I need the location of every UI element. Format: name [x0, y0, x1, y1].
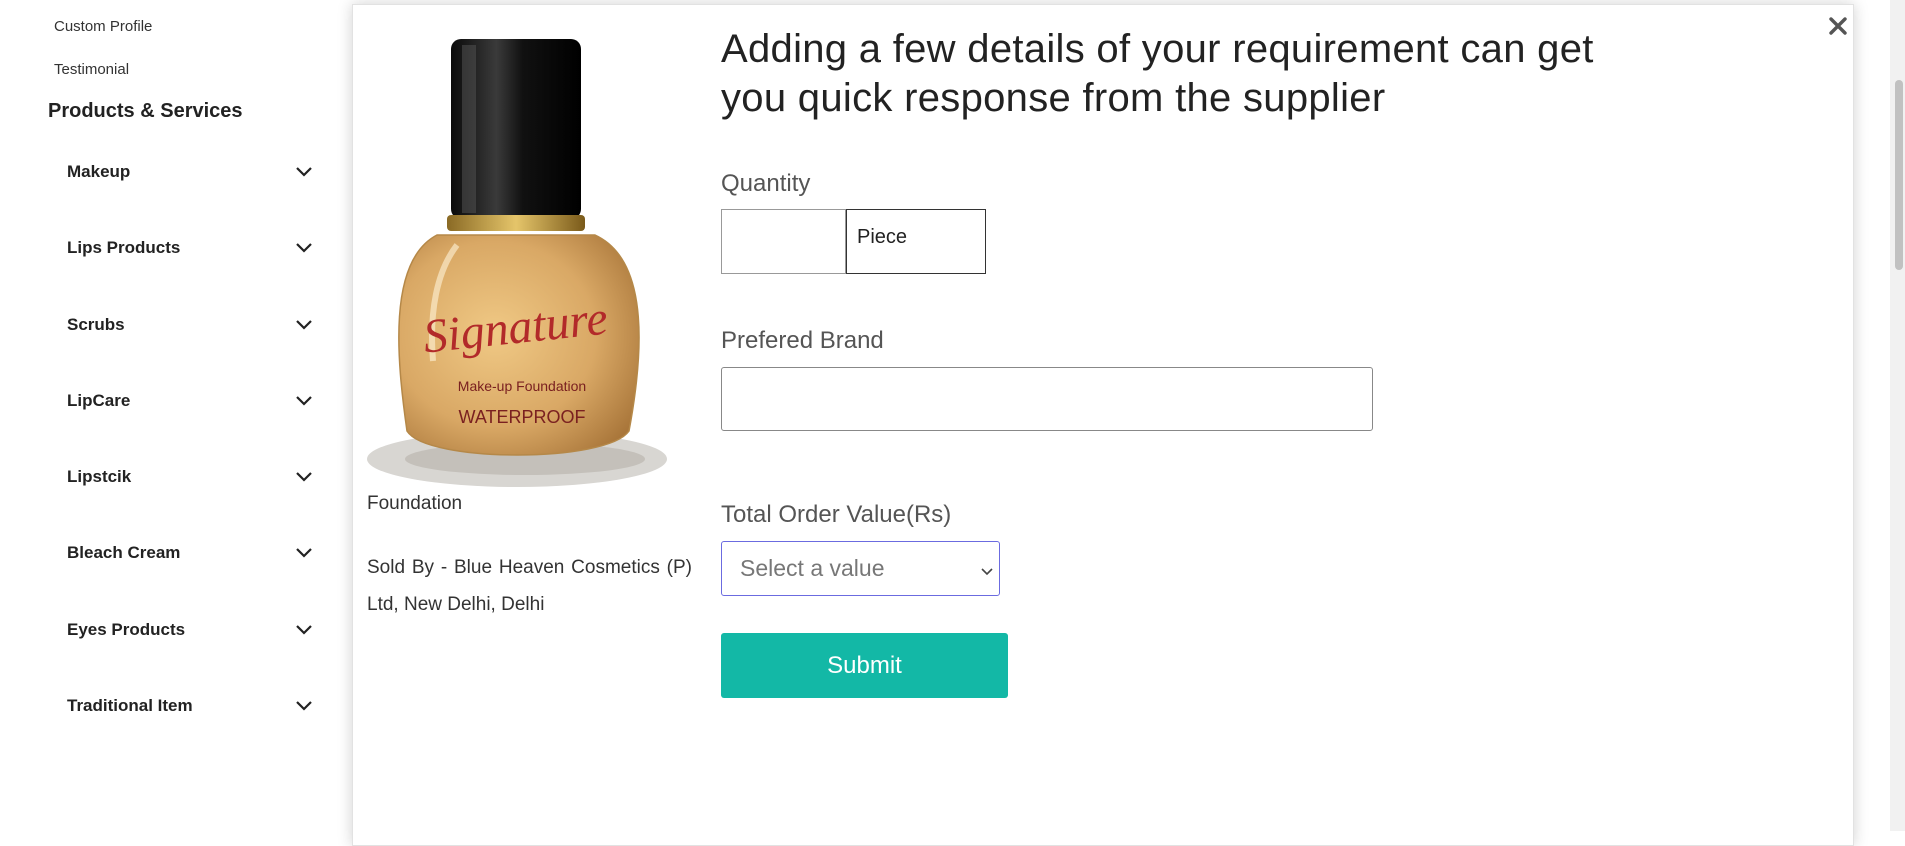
sidebar-item-label: Scrubs: [67, 315, 125, 334]
sidebar-item-makeup[interactable]: Makeup: [67, 157, 315, 187]
chevron-down-icon[interactable]: [293, 314, 315, 336]
product-image: Signature Make-up Foundation WATERPROOF: [367, 31, 667, 487]
brand-input[interactable]: [721, 367, 1373, 431]
sidebar: Custom Profile Testimonial Products & Se…: [0, 0, 340, 831]
sidebar-item-label: LipCare: [67, 391, 131, 410]
sidebar-item-lips-products[interactable]: Lips Products: [67, 233, 315, 263]
form-title: Adding a few details of your requirement…: [721, 27, 1594, 120]
quantity-label: Quantity: [721, 170, 811, 197]
order-value-label: Total Order Value(Rs): [721, 501, 952, 528]
sidebar-item-eyes-products[interactable]: Eyes Products: [67, 615, 315, 645]
svg-text:Make-up Foundation: Make-up Foundation: [458, 378, 586, 394]
brand-label: Prefered Brand: [721, 327, 884, 354]
chevron-down-icon[interactable]: [293, 237, 315, 259]
sidebar-item-bleach-cream[interactable]: Bleach Cream: [67, 538, 315, 568]
sidebar-item-lipcare[interactable]: LipCare: [67, 386, 315, 416]
sidebar-item-label: Makeup: [67, 162, 131, 181]
chevron-down-icon[interactable]: [293, 466, 315, 488]
sidebar-link-custom-profile[interactable]: Custom Profile: [54, 18, 152, 35]
page-scrollbar[interactable]: [1890, 0, 1905, 831]
sidebar-item-label: Lipstcik: [67, 467, 132, 486]
products-services-heading: Products & Services: [48, 100, 243, 122]
sidebar-item-label: Traditional Item: [67, 696, 193, 715]
chevron-down-icon[interactable]: [293, 161, 315, 183]
sidebar-item-traditional-item[interactable]: Traditional Item: [67, 691, 315, 721]
chevron-down-icon[interactable]: [293, 619, 315, 641]
chevron-down-icon: [981, 555, 993, 582]
sidebar-link-testimonial[interactable]: Testimonial: [54, 61, 129, 78]
sidebar-item-scrubs[interactable]: Scrubs: [67, 310, 315, 340]
chevron-down-icon[interactable]: [293, 390, 315, 412]
close-icon[interactable]: [1823, 11, 1853, 41]
svg-text:WATERPROOF: WATERPROOF: [459, 407, 586, 427]
sidebar-item-label: Eyes Products: [67, 620, 186, 639]
chevron-down-icon[interactable]: [293, 542, 315, 564]
sidebar-item-lipstcik[interactable]: Lipstcik: [67, 462, 315, 492]
order-value-select[interactable]: Select a value: [721, 541, 1000, 596]
scrollbar-thumb[interactable]: [1895, 80, 1903, 270]
quantity-unit-field[interactable]: Piece: [846, 209, 986, 274]
order-value-placeholder: Select a value: [740, 555, 885, 581]
product-name: Foundation: [367, 493, 463, 514]
seller-info: Sold By - Blue Heaven Cosmetics (P) Ltd,…: [367, 557, 692, 615]
sidebar-item-label: Lips Products: [67, 238, 181, 257]
submit-button[interactable]: Submit: [721, 633, 1008, 698]
sidebar-item-label: Bleach Cream: [67, 543, 181, 562]
quantity-input[interactable]: [721, 209, 846, 274]
requirement-modal: Signature Make-up Foundation WATERPROOF …: [352, 4, 1854, 846]
chevron-down-icon[interactable]: [293, 695, 315, 717]
